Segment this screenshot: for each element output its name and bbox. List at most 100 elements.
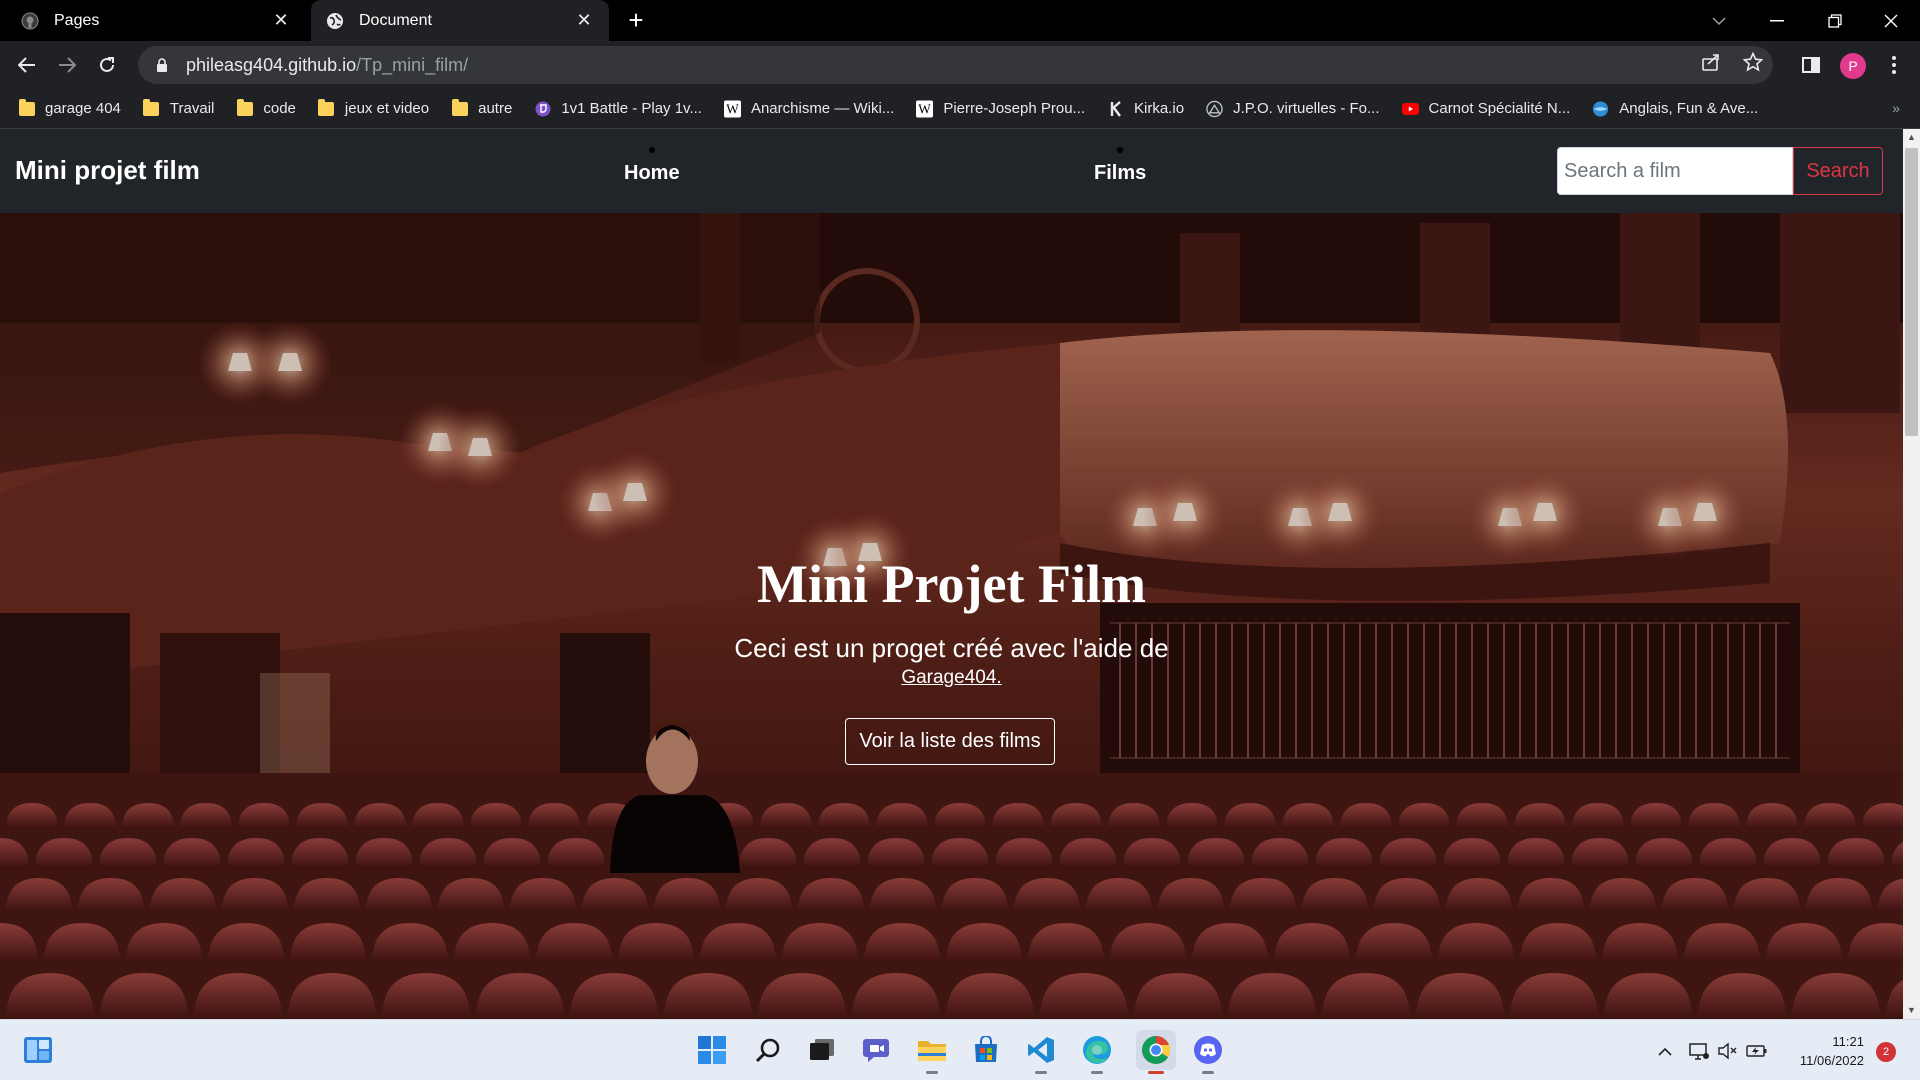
page-viewport: Mini Projet Film Ceci est un proget créé… — [0, 129, 1903, 1019]
tab-strip: Pages ✕ Document ✕ + — [0, 0, 1920, 41]
bookmark-label: Kirka.io — [1134, 100, 1185, 117]
network-icon[interactable] — [1688, 1040, 1710, 1062]
discord-icon[interactable] — [1192, 1034, 1224, 1074]
svg-text:W: W — [726, 101, 739, 116]
clock-time: 11:21 — [1832, 1034, 1864, 1049]
url-text: phileasg404.github.io/Tp_mini_film/ — [186, 55, 468, 76]
widgets-icon[interactable] — [22, 1034, 54, 1066]
bookmark-label: Travail — [169, 100, 215, 117]
microsoft-store-icon[interactable] — [970, 1034, 1002, 1066]
nav-home[interactable]: Home — [624, 147, 680, 185]
teams-chat-icon[interactable] — [860, 1034, 892, 1066]
bookmark-label: Pierre-Joseph Prou... — [943, 100, 1086, 117]
bookmark-label: 1v1 Battle - Play 1v... — [561, 100, 702, 117]
youtube-icon — [1401, 100, 1419, 117]
search-icon[interactable] — [752, 1034, 784, 1066]
folder-icon — [18, 98, 35, 117]
new-tab-button[interactable]: + — [622, 7, 650, 34]
globe-icon — [1592, 100, 1609, 117]
search-button[interactable]: Search — [1793, 147, 1883, 195]
bookmark-label: jeux et video — [344, 100, 430, 117]
site-brand[interactable]: Mini projet film — [15, 155, 200, 186]
scrollbar-thumb[interactable] — [1905, 148, 1918, 436]
garage404-link[interactable]: Garage404. — [0, 667, 1903, 689]
chevron-up-icon[interactable] — [1654, 1040, 1676, 1062]
file-explorer-icon[interactable] — [916, 1034, 948, 1074]
edge-icon[interactable] — [1081, 1034, 1113, 1074]
bookmark-label: garage 404 — [45, 100, 121, 117]
scroll-up-icon[interactable]: ▲ — [1906, 132, 1917, 143]
lock-icon[interactable] — [152, 55, 172, 75]
bookmark-anarchisme[interactable]: W Anarchisme — Wiki... — [723, 100, 894, 117]
nav-films[interactable]: Films — [1094, 147, 1146, 185]
list-bullet-icon — [1117, 147, 1124, 153]
address-bar[interactable]: phileasg404.github.io/Tp_mini_film/ — [138, 46, 1773, 84]
close-tab-icon[interactable]: ✕ — [270, 10, 292, 32]
wikipedia-icon: W — [916, 100, 934, 117]
hero-subtitle: Ceci est un proget créé avec l'aide de — [734, 633, 1169, 663]
scroll-down-icon[interactable]: ▼ — [1906, 1005, 1917, 1016]
reload-icon[interactable] — [91, 49, 123, 81]
system-clock[interactable]: 11:21 11/06/2022 — [1786, 1032, 1864, 1070]
bookmark-travail[interactable]: Travail — [143, 98, 215, 117]
tab-document[interactable]: Document ✕ — [311, 0, 609, 41]
url-host: phileasg404.github.io — [186, 54, 357, 75]
share-icon[interactable] — [1701, 52, 1721, 77]
folder-icon — [451, 98, 468, 117]
bookmark-pierre-joseph[interactable]: W Pierre-Joseph Prou... — [916, 100, 1085, 117]
running-indicator — [926, 1071, 938, 1074]
minimize-icon[interactable] — [1748, 0, 1806, 41]
side-panel-icon[interactable] — [1795, 49, 1827, 81]
bookmarks-overflow-icon[interactable]: » — [1892, 100, 1900, 116]
windows-start-icon[interactable] — [696, 1034, 728, 1066]
running-indicator — [1035, 1071, 1047, 1074]
film-list-button[interactable]: Voir la liste des films — [845, 718, 1055, 765]
url-path: /Tp_mini_film/ — [356, 54, 469, 75]
hero-section: Mini Projet Film Ceci est un proget créé… — [0, 213, 1903, 1019]
bookmark-garage-404[interactable]: garage 404 — [18, 98, 121, 117]
clock-date: 11/06/2022 — [1799, 1053, 1864, 1068]
bookmark-1v1-battle[interactable]: 1v1 Battle - Play 1v... — [534, 100, 702, 117]
restore-icon[interactable] — [1806, 0, 1864, 41]
bookmark-label: Carnot Spécialité N... — [1428, 100, 1571, 117]
folder-icon — [318, 98, 335, 117]
close-window-icon[interactable] — [1862, 0, 1920, 41]
svg-text:W: W — [919, 101, 932, 116]
globe-icon — [325, 11, 345, 31]
running-indicator — [1202, 1071, 1214, 1074]
hero-content: Mini Projet Film Ceci est un proget créé… — [0, 213, 1903, 1019]
tab-search-icon[interactable] — [1690, 0, 1748, 41]
bookmark-label: autre — [478, 100, 513, 117]
bookmarks-bar: garage 404 Travail code jeux et video au… — [0, 89, 1920, 129]
close-tab-icon[interactable]: ✕ — [573, 10, 595, 32]
bookmark-carnot[interactable]: Carnot Spécialité N... — [1401, 100, 1571, 117]
bookmark-code[interactable]: code — [236, 98, 296, 117]
bookmark-autre[interactable]: autre — [451, 98, 513, 117]
menu-icon[interactable] — [1878, 49, 1910, 81]
active-indicator — [1148, 1071, 1164, 1074]
back-icon[interactable] — [11, 49, 43, 81]
profile-avatar[interactable]: P — [1840, 53, 1866, 79]
wikipedia-icon: W — [723, 100, 741, 117]
bookmark-jpo[interactable]: J.P.O. virtuelles - Fo... — [1206, 100, 1380, 117]
vscode-icon[interactable] — [1025, 1034, 1057, 1074]
hero-title: Mini Projet Film — [757, 554, 1146, 614]
film-search-input[interactable] — [1557, 147, 1793, 195]
task-view-icon[interactable] — [806, 1034, 838, 1066]
bookmark-label: Anglais, Fun & Ave... — [1619, 100, 1759, 117]
volume-muted-icon[interactable] — [1716, 1040, 1738, 1062]
running-indicator — [1091, 1071, 1103, 1074]
bookmark-jeux-et-video[interactable]: jeux et video — [318, 98, 430, 117]
bookmark-anglais[interactable]: Anglais, Fun & Ave... — [1592, 100, 1758, 117]
notification-badge[interactable]: 2 — [1876, 1042, 1896, 1062]
jpo-icon — [1206, 100, 1223, 117]
chrome-icon[interactable] — [1136, 1030, 1176, 1074]
tab-pages[interactable]: Pages ✕ — [6, 0, 306, 41]
bookmark-star-icon[interactable] — [1742, 51, 1764, 77]
bookmark-kirka[interactable]: Kirka.io — [1107, 100, 1184, 117]
folder-icon — [236, 98, 253, 117]
battery-icon[interactable] — [1746, 1040, 1768, 1062]
forward-icon[interactable] — [51, 49, 83, 81]
bookmark-label: J.P.O. virtuelles - Fo... — [1233, 100, 1380, 117]
kirka-icon — [1107, 100, 1124, 117]
